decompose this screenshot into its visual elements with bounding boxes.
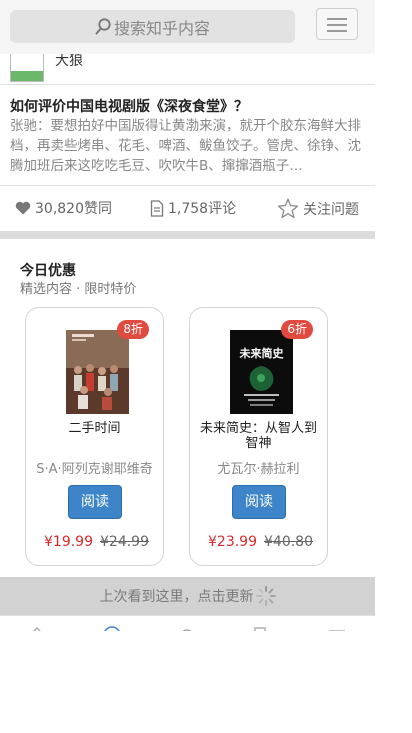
book-card[interactable]: 8折 二手时间 S·A·阿列克谢耶维奇 阅读 ¥19.99 ¥24.99	[25, 307, 164, 566]
menu-icon	[327, 18, 347, 20]
book-author: 尤瓦尔·赫拉利	[217, 462, 300, 477]
question-title[interactable]: 如何评价中国电视剧版《深夜食堂》？	[10, 96, 248, 116]
top-bar: 搜索知乎内容	[0, 0, 375, 55]
like-button[interactable]: 30,820赞同	[15, 198, 112, 218]
book-card[interactable]: 未来简史 6折 未来简史：从智人到智神 尤瓦尔·赫拉利 阅读 ¥23.99 ¥4…	[189, 307, 328, 566]
author-name[interactable]: 大狼	[55, 54, 83, 70]
discount-badge: 8折	[117, 320, 149, 339]
comment-button[interactable]: 1,758评论	[150, 198, 236, 218]
document-icon	[150, 199, 164, 217]
deals-title: 今日优惠	[20, 263, 76, 279]
action-bar: 30,820赞同 1,758评论 关注问题	[0, 185, 375, 231]
bottom-tab-bar	[0, 615, 375, 631]
original-price: ¥40.80	[264, 534, 313, 550]
follow-label: 关注问题	[303, 201, 359, 218]
comment-count: 1,758评论	[168, 201, 237, 217]
discount-badge: 6折	[281, 320, 313, 339]
deals-subtitle: 精选内容 · 限时特价	[20, 282, 137, 297]
refresh-label: 上次看到这里，点击更新	[99, 589, 254, 605]
search-icon	[95, 18, 111, 35]
refresh-bar[interactable]: 上次看到这里，点击更新	[0, 577, 375, 615]
sale-price: ¥23.99	[208, 534, 257, 550]
feed-card: 大狼 如何评价中国电视剧版《深夜食堂》？ 张驰：要想拍好中国版得让黄渤来演，就开…	[0, 54, 375, 231]
answer-excerpt[interactable]: 张驰：要想拍好中国版得让黄渤来演，就开个胶东海鲜大排档，再卖些烤串、花毛、啤酒、…	[10, 116, 362, 176]
like-count: 30,820赞同	[35, 201, 112, 217]
read-button[interactable]: 阅读	[232, 485, 286, 519]
star-icon	[277, 198, 299, 219]
book-cover-image	[244, 366, 279, 406]
search-input[interactable]: 搜索知乎内容	[10, 10, 295, 43]
avatar[interactable]	[10, 54, 44, 82]
section-divider	[0, 231, 375, 239]
tab-home-icon[interactable]	[27, 625, 47, 631]
book-cover-image	[66, 330, 129, 414]
loading-spinner-icon	[255, 586, 276, 606]
original-price: ¥24.99	[100, 534, 149, 550]
search-placeholder: 搜索知乎内容	[113, 18, 210, 38]
tab-discover-icon[interactable]	[102, 625, 122, 631]
tab-profile-icon[interactable]	[327, 625, 347, 631]
read-button[interactable]: 阅读	[68, 485, 122, 519]
book-title[interactable]: 二手时间	[34, 421, 155, 436]
previous-item-row: 大狼	[0, 54, 375, 85]
book-cover[interactable]	[66, 330, 129, 414]
book-title[interactable]: 未来简史：从智人到智神	[198, 421, 319, 451]
sale-price: ¥19.99	[44, 534, 93, 550]
app-screen: 搜索知乎内容 大狼 如何评价中国电视剧版《深夜食堂》？ 张驰：要想拍好中国版得让…	[0, 0, 375, 631]
tab-notifications-icon[interactable]	[177, 625, 197, 631]
book-cover[interactable]: 未来简史	[230, 330, 293, 414]
tab-messages-icon[interactable]	[250, 625, 270, 631]
menu-button[interactable]	[316, 8, 358, 40]
book-author: S·A·阿列克谢耶维奇	[36, 462, 153, 477]
follow-question-button[interactable]: 关注问题	[277, 198, 359, 219]
heart-icon	[15, 201, 31, 215]
